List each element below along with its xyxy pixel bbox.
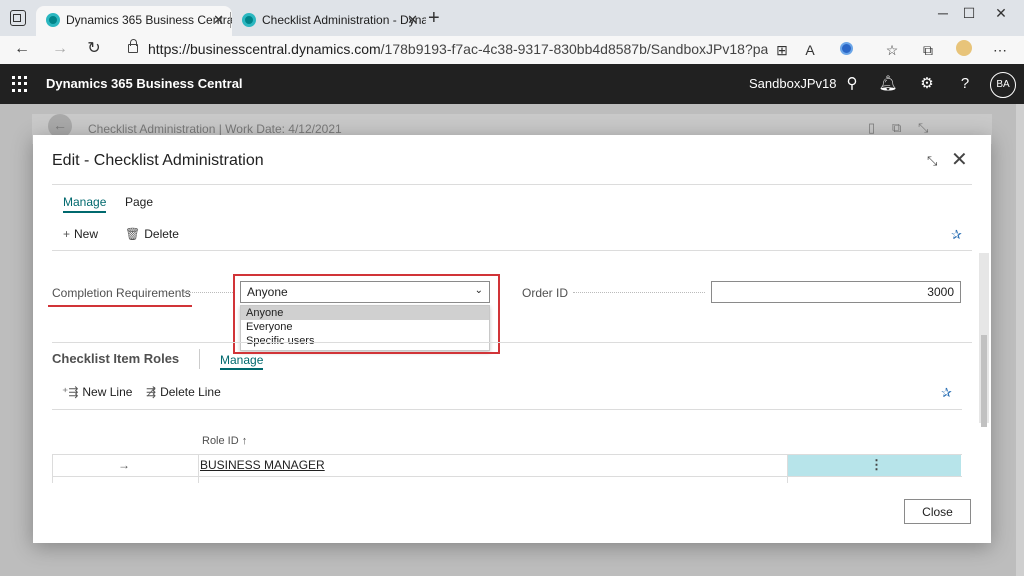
- app-title[interactable]: Dynamics 365 Business Central: [46, 76, 243, 91]
- row-action-cell[interactable]: ⋮: [788, 455, 961, 476]
- delete-line-label: Delete Line: [160, 385, 221, 399]
- label-leader: [183, 292, 235, 293]
- delete-label: Delete: [144, 227, 179, 241]
- close-tab-icon[interactable]: ✕: [407, 6, 418, 34]
- url-host: https://businesscentral.dynamics.com: [148, 41, 381, 57]
- close-button[interactable]: Close: [904, 499, 971, 524]
- delete-line-button[interactable]: ⇶̸ Delete Line: [146, 385, 221, 399]
- column-header-role-id[interactable]: Role ID ↑: [202, 435, 247, 447]
- new-button[interactable]: + New: [63, 227, 98, 241]
- url-path: /178b9193-f7ac-4c38-9317-830bb4d8587b/Sa…: [380, 41, 768, 57]
- pin-icon[interactable]: ✰: [951, 227, 962, 243]
- more-icon[interactable]: ⋯: [990, 40, 1010, 60]
- grid-left-border: [52, 455, 53, 483]
- more-options-icon[interactable]: ⋮: [870, 457, 883, 473]
- trash-icon: 🗑︎: [125, 227, 141, 241]
- delete-button[interactable]: 🗑︎ Delete: [125, 227, 179, 241]
- avatar[interactable]: BA: [990, 72, 1016, 98]
- bell-icon[interactable]: 🔔︎: [878, 74, 898, 94]
- dialog-scrollbar[interactable]: [979, 253, 989, 427]
- app-available-icon[interactable]: ⊞: [772, 40, 792, 60]
- pin-icon[interactable]: ✰: [941, 385, 952, 401]
- gear-icon[interactable]: ⚙: [917, 74, 937, 94]
- grid-row-line: [52, 476, 962, 477]
- search-icon[interactable]: ⚲: [842, 74, 862, 94]
- bookmark-icon: ▯: [868, 120, 876, 135]
- company-name[interactable]: SandboxJPv18: [749, 76, 836, 91]
- tab-divider: [230, 12, 231, 28]
- edit-dialog: Edit - Checklist Administration ⤡ ✕ Mana…: [33, 135, 991, 543]
- window-close-icon[interactable]: ✕: [978, 0, 1024, 28]
- collections-icon[interactable]: ⧉: [918, 40, 938, 60]
- page-scrollbar[interactable]: [1016, 104, 1024, 576]
- back-icon[interactable]: ←: [10, 38, 34, 62]
- dynamics-favicon-icon: [46, 13, 60, 27]
- dialog-title: Edit - Checklist Administration: [52, 152, 264, 169]
- address-bar: ← → ↻ https://businesscentral.dynamics.c…: [0, 36, 1024, 64]
- new-line-icon: ⁺⇶: [62, 385, 79, 399]
- label-leader: [573, 292, 705, 293]
- expand-icon: ⤡: [918, 120, 929, 135]
- new-line-label: New Line: [82, 385, 133, 399]
- row-indicator-arrow-icon: →: [118, 458, 130, 472]
- bc-header-bar: Dynamics 365 Business Central SandboxJPv…: [0, 64, 1024, 104]
- order-id-field[interactable]: 3000: [711, 281, 961, 303]
- new-line-button[interactable]: ⁺⇶ New Line: [62, 385, 132, 399]
- subpage-tab-manage[interactable]: Manage: [220, 353, 264, 370]
- favorites-icon[interactable]: ☆: [882, 40, 902, 60]
- subpage-separator: [199, 349, 200, 369]
- browser-tab-bar: Dynamics 365 Business Central ✕ Checklis…: [0, 0, 1024, 36]
- order-id-label: Order ID: [522, 286, 569, 300]
- scrollbar-thumb[interactable]: [981, 335, 987, 427]
- tab-title: Checklist Administration - Dyna: [262, 13, 426, 27]
- plus-icon: +: [63, 227, 71, 241]
- profile-icon[interactable]: [954, 40, 974, 60]
- url-field[interactable]: https://businesscentral.dynamics.com/178…: [148, 41, 768, 57]
- collapse-icon[interactable]: ⤡: [927, 153, 937, 169]
- help-icon[interactable]: ?: [955, 74, 975, 94]
- forward-icon[interactable]: →: [48, 38, 72, 62]
- subpage-actions-divider: [52, 409, 962, 410]
- refresh-icon[interactable]: ↻: [82, 38, 106, 62]
- role-id-cell[interactable]: BUSINESS MANAGER: [200, 458, 325, 472]
- tab-manage[interactable]: Manage: [63, 195, 107, 213]
- reader-mode-icon[interactable]: A: [800, 40, 820, 60]
- actions-divider: [52, 250, 972, 251]
- tab-checklist-administration[interactable]: Checklist Administration - Dyna ✕: [232, 6, 426, 36]
- close-icon[interactable]: ✕: [951, 147, 968, 172]
- completion-requirements-label: Completion Requirements: [52, 286, 191, 300]
- extension-icon[interactable]: [836, 40, 856, 60]
- close-tab-icon[interactable]: ✕: [213, 6, 224, 34]
- section-divider: [52, 342, 972, 343]
- lock-icon[interactable]: [128, 39, 138, 53]
- grid-column-border: [198, 455, 199, 483]
- tab-title: Dynamics 365 Business Central: [66, 13, 232, 27]
- header-divider: [52, 184, 972, 185]
- tab-business-central[interactable]: Dynamics 365 Business Central ✕: [36, 6, 232, 36]
- delete-line-icon: ⇶̸: [146, 385, 157, 399]
- subpage-title: Checklist Item Roles: [52, 351, 180, 366]
- window-menu-icon[interactable]: [10, 10, 26, 26]
- new-tab-icon[interactable]: +: [428, 6, 440, 30]
- dynamics-favicon-icon: [242, 13, 256, 27]
- highlight-underline: [48, 305, 192, 307]
- open-new-window-icon: ⧉: [892, 120, 902, 135]
- background-page-title: Checklist Administration | Work Date: 4/…: [88, 122, 342, 136]
- tab-page[interactable]: Page: [125, 195, 153, 209]
- new-label: New: [74, 227, 99, 241]
- app-launcher-icon[interactable]: [12, 76, 28, 92]
